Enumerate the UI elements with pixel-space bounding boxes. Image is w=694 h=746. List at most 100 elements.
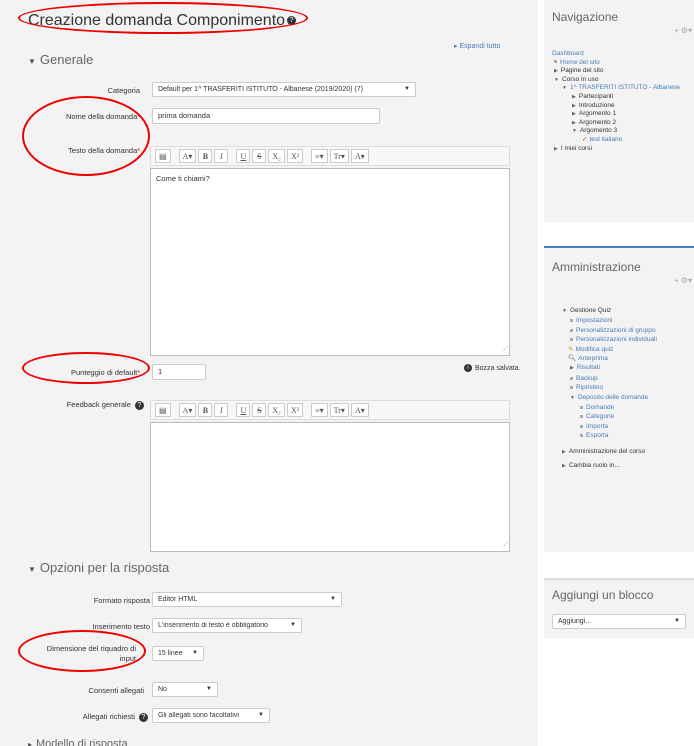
- navigation-title: Navigazione: [552, 10, 619, 24]
- underline-icon[interactable]: U: [236, 403, 251, 417]
- collapse-icon[interactable]: ▼: [572, 128, 577, 134]
- expand-icon[interactable]: ▶: [554, 68, 558, 74]
- nav-arg3[interactable]: Argomento 3: [580, 127, 617, 134]
- admin-import[interactable]: Importa: [586, 423, 608, 430]
- collapse-icon[interactable]: ▼: [562, 85, 567, 91]
- bullet-icon: [570, 328, 573, 332]
- italic-icon[interactable]: I: [214, 149, 229, 163]
- admin-questions[interactable]: Domande: [586, 404, 614, 411]
- admin-switch-role[interactable]: Cambia ruolo in...: [569, 462, 620, 469]
- bullet-icon: [580, 405, 583, 409]
- expand-icon[interactable]: ▶: [562, 463, 566, 469]
- bold-icon[interactable]: B: [198, 149, 213, 163]
- expand-all-link[interactable]: ▸ Espandi tutto: [454, 42, 500, 50]
- nav-dashboard[interactable]: Dashboard: [552, 50, 682, 59]
- admin-backup[interactable]: Backup: [576, 375, 598, 382]
- administration-block: Amministrazione + ⚙▾ ▼ Gestione Quiz Impo…: [544, 246, 694, 552]
- question-text-editor[interactable]: Come ti chiami? ⟋: [150, 168, 510, 356]
- nav-arg1[interactable]: Argomento 1: [579, 110, 616, 117]
- resize-handle-icon[interactable]: ⟋: [503, 542, 508, 550]
- subscript-icon[interactable]: X₂: [268, 149, 285, 163]
- admin-preview[interactable]: Anteprima: [578, 355, 608, 362]
- bullet-icon: [554, 60, 557, 64]
- section-response-template[interactable]: ▸ Modello di risposta: [28, 738, 128, 746]
- list-icon[interactable]: ≡▾: [311, 403, 328, 417]
- bold-icon[interactable]: B: [198, 403, 213, 417]
- nav-course-name[interactable]: 1^ TRASFERITI ISTITUTO - Albanese: [570, 84, 680, 91]
- info-icon: i: [464, 364, 472, 372]
- admin-edit-quiz[interactable]: Modifica quiz: [575, 346, 613, 353]
- nav-intro[interactable]: Introduzione: [579, 102, 615, 109]
- format-icon[interactable]: Tr▾: [329, 403, 349, 417]
- admin-quiz[interactable]: Gestione Quiz: [570, 307, 611, 314]
- resize-handle-icon[interactable]: ⟋: [503, 346, 508, 354]
- section-response-options[interactable]: ▼ Opzioni per la risposta: [28, 560, 169, 575]
- required-attachments-select[interactable]: Gli allegati sono facoltativi ▼: [152, 708, 270, 723]
- collapse-icon[interactable]: ▼: [554, 77, 559, 83]
- administration-title: Amministrazione: [552, 260, 641, 274]
- default-mark-input[interactable]: 1: [152, 364, 206, 380]
- expand-icon[interactable]: ▶: [572, 103, 576, 109]
- admin-export[interactable]: Esporta: [586, 432, 608, 439]
- category-label: Categoria: [107, 86, 140, 95]
- collapse-icon[interactable]: ▼: [562, 308, 567, 314]
- bullet-icon: [570, 376, 573, 380]
- expand-icon[interactable]: ▶: [572, 120, 576, 126]
- strikethrough-icon[interactable]: S: [252, 403, 267, 417]
- paragraph-icon[interactable]: ▤: [155, 403, 171, 417]
- admin-categories[interactable]: Categorie: [586, 413, 614, 420]
- underline-icon[interactable]: U: [236, 149, 251, 163]
- admin-question-bank[interactable]: Deposito delle domande: [578, 394, 648, 401]
- navigation-tree: Dashboard Home del sito ▶ Pagine del sito…: [552, 50, 682, 153]
- expand-icon[interactable]: ▶: [572, 94, 576, 100]
- nav-arg2[interactable]: Argomento 2: [579, 119, 616, 126]
- strikethrough-icon[interactable]: S: [252, 149, 267, 163]
- nav-participants[interactable]: Partecipanti: [579, 93, 613, 100]
- nav-course[interactable]: Corso in uso: [562, 76, 599, 83]
- allow-attachments-select[interactable]: No ▼: [152, 682, 218, 697]
- nav-pages[interactable]: Pagine del sito: [561, 67, 604, 74]
- superscript-icon[interactable]: X²: [286, 149, 304, 163]
- text-color-icon[interactable]: A▾: [350, 403, 369, 417]
- response-format-select[interactable]: Editor HTML ▼: [152, 592, 342, 607]
- list-icon[interactable]: ≡▾: [311, 149, 328, 163]
- nav-my-courses[interactable]: I miei corsi: [561, 145, 592, 152]
- response-format-label: Formato risposta: [93, 596, 150, 605]
- text-color-icon[interactable]: A▾: [350, 149, 369, 163]
- superscript-icon[interactable]: X²: [286, 403, 304, 417]
- admin-settings[interactable]: Impostazioni: [576, 317, 613, 324]
- text-style-icon[interactable]: A▾: [178, 149, 197, 163]
- admin-restore[interactable]: Ripristino: [576, 384, 603, 391]
- feedback-editor[interactable]: ⟋: [150, 422, 510, 552]
- input-box-size-select[interactable]: 15 linee ▼: [152, 646, 204, 661]
- nav-home[interactable]: Home del sito: [560, 59, 600, 66]
- add-block-select[interactable]: Aggiungi... ▼: [552, 614, 686, 629]
- italic-icon[interactable]: I: [214, 403, 229, 417]
- category-select[interactable]: Default per 1^ TRASFERITI ISTITUTO - Alb…: [152, 82, 416, 97]
- admin-user-overrides[interactable]: Personalizzazioni individuali: [576, 336, 657, 343]
- help-icon[interactable]: ?: [139, 712, 148, 722]
- expand-icon[interactable]: ▶: [570, 365, 574, 371]
- block-controls-icon[interactable]: + ⚙▾: [674, 26, 692, 35]
- required-attachments-label: Allegati richiesti ?: [30, 712, 148, 722]
- text-style-icon[interactable]: A▾: [178, 403, 197, 417]
- magnifier-icon: 🔍︎: [568, 355, 577, 363]
- question-name-input[interactable]: prima domanda: [152, 108, 380, 124]
- section-general[interactable]: ▼ Generale: [28, 52, 93, 67]
- admin-course[interactable]: Amministrazione del corso: [569, 448, 645, 455]
- expand-icon[interactable]: ▶: [554, 146, 558, 152]
- bullet-icon: [570, 338, 573, 341]
- annotation-oval: [22, 352, 150, 384]
- help-icon[interactable]: ?: [135, 400, 144, 410]
- subscript-icon[interactable]: X₂: [268, 403, 285, 417]
- nav-quiz[interactable]: test italiano: [589, 136, 622, 143]
- admin-results[interactable]: Risultati: [577, 364, 600, 371]
- paragraph-icon[interactable]: ▤: [155, 149, 171, 163]
- format-icon[interactable]: Tr▾: [329, 149, 349, 163]
- expand-icon[interactable]: ▶: [562, 449, 566, 455]
- expand-icon[interactable]: ▶: [572, 111, 576, 117]
- collapse-icon[interactable]: ▼: [570, 395, 575, 401]
- block-controls-icon[interactable]: + ⚙▾: [674, 276, 692, 285]
- require-text-select[interactable]: L'inserimento di testo è obbligatorio ▼: [152, 618, 302, 633]
- admin-group-overrides[interactable]: Personalizzazioni di gruppo: [576, 327, 656, 334]
